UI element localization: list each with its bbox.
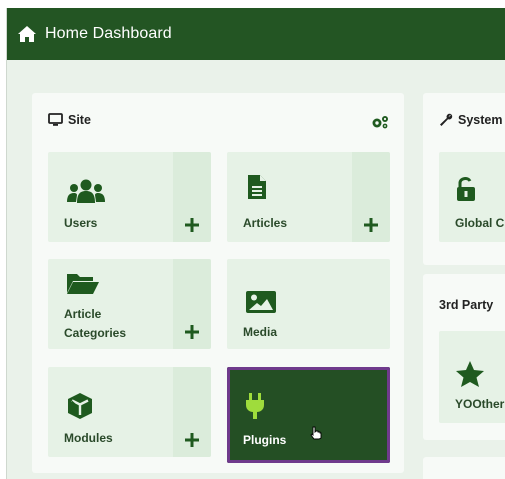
tile-yootheme[interactable]: YOOther (439, 331, 505, 423)
system-panel: System Global C (423, 93, 505, 265)
tile-label-modules: Modules (64, 431, 113, 445)
tile-label-categories: Categories (64, 326, 127, 340)
tile-label-global-configuration: Global C (455, 216, 505, 230)
tile-plugins[interactable]: Plugins (227, 367, 390, 463)
plus-icon (185, 433, 199, 447)
third-party-panel: 3rd Party YOOther (423, 274, 505, 440)
plus-icon (185, 325, 199, 339)
tile-label-users: Users (64, 216, 98, 230)
folder-open-icon (67, 274, 99, 294)
system-panel-title: System (458, 113, 503, 127)
system-panel-header: System (439, 113, 502, 127)
third-party-panel-title: 3rd Party (439, 298, 494, 312)
plus-icon (185, 218, 199, 232)
site-panel-title: Site (68, 113, 91, 127)
tile-label-plugins: Plugins (243, 433, 287, 447)
tile-label-media: Media (243, 325, 278, 339)
star-icon (456, 361, 484, 387)
tile-global-configuration[interactable]: Global C (439, 152, 505, 242)
site-panel-header: Site (48, 113, 91, 127)
tile-media[interactable]: Media (227, 259, 390, 349)
third-party-panel-header: 3rd Party (439, 298, 493, 312)
gears-icon[interactable] (370, 114, 390, 130)
tile-article-categories[interactable]: Article Categories (48, 259, 211, 349)
tile-modules[interactable]: Modules (48, 367, 211, 457)
file-icon (248, 175, 266, 199)
page-title: Home Dashboard (45, 25, 172, 42)
image-icon (246, 291, 276, 313)
add-category-button[interactable] (173, 259, 211, 349)
top-bar: Home Dashboard (7, 8, 505, 60)
cube-icon (68, 393, 92, 419)
tile-label-articles: Articles (243, 216, 288, 230)
dashboard-frame: Home Dashboard Site Users Articles Artic… (6, 8, 505, 479)
lower-panel (423, 457, 505, 479)
hand-pointer-icon (310, 426, 322, 440)
add-user-button[interactable] (173, 152, 211, 242)
home-icon (18, 26, 36, 42)
plus-icon (364, 218, 378, 232)
unlock-icon (457, 177, 475, 201)
plug-icon (246, 393, 264, 419)
add-article-button[interactable] (352, 152, 390, 242)
tile-users[interactable]: Users (48, 152, 211, 242)
wrench-icon (440, 113, 453, 126)
monitor-icon (48, 113, 63, 126)
add-module-button[interactable] (173, 367, 211, 457)
tile-label-yootheme: YOOther (455, 397, 505, 411)
tile-articles[interactable]: Articles (227, 152, 390, 242)
tile-label-article: Article (64, 307, 102, 321)
users-icon (67, 179, 105, 203)
site-panel: Site Users Articles Article Categories M… (32, 93, 404, 473)
